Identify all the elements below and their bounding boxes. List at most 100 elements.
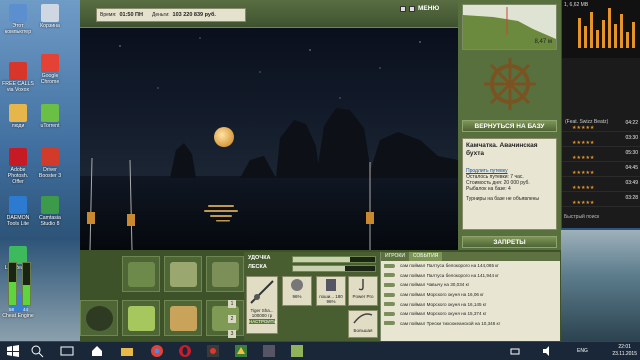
fish-icon xyxy=(384,321,395,326)
rating-stars-icon[interactable]: ★★★★★ xyxy=(572,155,594,161)
playlist-track[interactable]: ★★★★★ 05:30 xyxy=(562,148,640,162)
network-icon[interactable] xyxy=(508,344,522,358)
desktop-icon-label: Этот компьютер xyxy=(4,23,32,35)
desktop-icon-label: Корзина xyxy=(40,23,60,29)
rating-stars-icon[interactable]: ★★★★★ xyxy=(572,125,594,131)
line-card[interactable]: поши... 180 96% xyxy=(316,276,346,306)
equalizer-bar xyxy=(584,26,587,48)
equalizer-bar xyxy=(596,30,599,48)
ships-wheel-icon xyxy=(482,56,538,112)
equalizer-bar xyxy=(608,8,611,48)
desktop-icon[interactable]: uTorrent xyxy=(34,104,66,129)
playlist-track[interactable]: ★★★★★ 03:28 xyxy=(562,193,640,207)
rating-stars-icon[interactable]: ★★★★★ xyxy=(572,200,594,206)
clock[interactable]: 22:01 23.11.2015 xyxy=(612,344,637,358)
desktop-icon-label: люди xyxy=(11,123,25,129)
event-row: сам поймал Морского окуня на 16,145 кг xyxy=(381,299,560,309)
desktop-icon-label: Google Chrome xyxy=(40,73,60,85)
rod-card[interactable]: Tiger Sha... 100000 гр НАСТРОИТЬ xyxy=(246,276,278,334)
tackle-panel: УДОЧКА ЛЕСКА Tiger Sha... 100000 гр НАСТ… xyxy=(244,252,380,341)
media-player-window: 1, 6,62 MB (Feat. Swizz Beatz) ★★★★★ 04:22… xyxy=(561,0,640,228)
app-icon xyxy=(9,62,27,80)
desktop-icon[interactable]: Adobe Photosh. Offer xyxy=(2,148,34,185)
task-view-icon[interactable] xyxy=(60,344,74,358)
camtasia-icon[interactable] xyxy=(206,344,220,358)
depth-map: 8,47 м xyxy=(462,4,557,50)
time-value: 01:50 ПН xyxy=(119,12,143,18)
desktop-icon[interactable]: Корзина xyxy=(34,4,66,29)
gauge-right-label: 44 xyxy=(23,307,29,312)
home-icon[interactable] xyxy=(90,344,104,358)
trip-line: Турниры на базе не объявлены xyxy=(466,196,539,202)
bait-box-slot[interactable] xyxy=(122,256,160,292)
time-label: Время: xyxy=(100,12,117,18)
card-mid-pct: 96% xyxy=(326,299,336,304)
hook-card[interactable]: Power Pro xyxy=(348,276,378,306)
line-label: ЛЕСКА xyxy=(248,264,267,270)
bans-button[interactable]: ЗАПРЕТЫ xyxy=(462,236,557,248)
app-taskbar-icon[interactable] xyxy=(262,344,276,358)
map-slot[interactable] xyxy=(206,256,244,292)
app-icon xyxy=(41,4,59,22)
desktop-icon[interactable]: FREE CALLS via Voxox xyxy=(2,62,34,93)
app-icon xyxy=(9,148,27,166)
fishing-taskbar-icon[interactable] xyxy=(290,344,304,358)
fish-bucket-slot[interactable] xyxy=(122,300,160,336)
menu-button[interactable]: МЕНЮ xyxy=(418,5,439,12)
fishing-scene[interactable] xyxy=(80,28,458,250)
equalizer-bar xyxy=(578,18,581,48)
chrome-icon[interactable] xyxy=(150,344,164,358)
playlist-track[interactable]: ★★★★★ 03:30 xyxy=(562,133,640,147)
pot-slot[interactable] xyxy=(80,300,118,336)
desktop-icon[interactable]: Camtasia Studio 8 xyxy=(34,196,66,227)
fullscreen-icon[interactable] xyxy=(409,5,415,12)
equalizer-bar xyxy=(620,14,623,48)
tackle-slot[interactable] xyxy=(206,300,244,336)
rod-slot-2[interactable]: 2 xyxy=(228,315,236,323)
rod-label: УДОЧКА xyxy=(248,255,271,261)
desktop-icon[interactable]: Google Chrome xyxy=(34,54,66,85)
windows-start-icon[interactable] xyxy=(6,344,20,358)
playlist-track[interactable]: ★★★★★ 04:45 xyxy=(562,163,640,177)
playlist-track[interactable]: (Feat. Swizz Beatz) ★★★★★ 04:22 xyxy=(562,118,640,132)
rod-slot-3[interactable]: 3 xyxy=(228,330,236,338)
event-row: сам поймал Палтуса белокорого на 141,944… xyxy=(381,271,560,281)
opera-icon[interactable] xyxy=(178,344,192,358)
rod-weight: 100000 гр xyxy=(251,313,273,318)
basket-slot[interactable] xyxy=(164,300,202,336)
reel-card[interactable]: 96% xyxy=(282,276,312,306)
quick-search[interactable]: Быстрый поиск xyxy=(564,214,599,220)
rod-tension-bar xyxy=(292,256,376,263)
language-indicator[interactable]: ENG xyxy=(577,348,588,354)
volume-icon[interactable] xyxy=(540,344,554,358)
lure-card[interactable]: Большая xyxy=(348,310,378,338)
rod-slot-1[interactable]: 1 xyxy=(228,300,236,308)
tab-events[interactable]: СОБЫТИЯ xyxy=(408,252,443,261)
line-spool-icon xyxy=(326,279,336,291)
game-taskbar-icon[interactable] xyxy=(234,344,248,358)
rod-setup-button[interactable]: НАСТРОИТЬ xyxy=(249,319,276,324)
app-icon xyxy=(9,196,27,214)
app-icon xyxy=(41,54,59,72)
explorer-icon[interactable] xyxy=(120,344,134,358)
desktop-icon[interactable]: DAEMON Tools Lite xyxy=(2,196,34,227)
fish-icon xyxy=(384,311,395,316)
desktop-icon[interactable]: Driver Booster 3 xyxy=(34,148,66,179)
lure-icon xyxy=(353,313,373,324)
desktop-icon[interactable]: Этот компьютер xyxy=(2,4,34,35)
playlist-track[interactable]: ★★★★★ 03:49 xyxy=(562,178,640,192)
rating-stars-icon[interactable]: ★★★★★ xyxy=(572,140,594,146)
back-to-base-button[interactable]: ВЕРНУТЬСЯ НА БАЗУ xyxy=(462,120,557,132)
pause-icon[interactable] xyxy=(400,5,406,12)
desktop-icon-label: FREE CALLS via Voxox xyxy=(2,81,34,93)
clock-time: 22:01 xyxy=(618,344,631,350)
rating-stars-icon[interactable]: ★★★★★ xyxy=(572,170,594,176)
desktop-icon[interactable]: люди xyxy=(2,104,34,129)
net-slot[interactable] xyxy=(164,256,202,292)
rating-stars-icon[interactable]: ★★★★★ xyxy=(572,185,594,191)
search-icon[interactable] xyxy=(30,344,44,358)
tab-players[interactable]: ИГРОКИ xyxy=(381,252,409,261)
equalizer-bar xyxy=(632,22,635,48)
events-panel: ИГРОКИ СОБЫТИЯ сам поймал Палтуса белоко… xyxy=(380,252,560,341)
gauge-right-fill xyxy=(23,284,30,305)
